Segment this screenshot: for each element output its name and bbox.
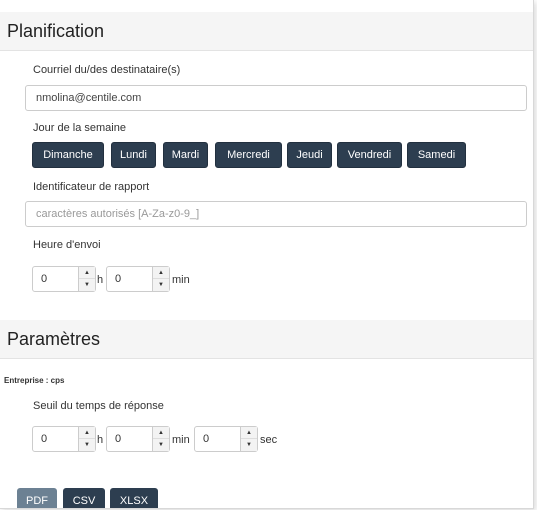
threshold-label: Seuil du temps de réponse <box>33 400 164 412</box>
day-button-mardi[interactable]: Mardi <box>163 142 208 168</box>
parametres-title: Paramètres <box>7 329 101 349</box>
threshold-minutes-unit: min <box>172 434 190 446</box>
threshold-hours-unit: h <box>97 434 104 446</box>
send-hours-up-icon[interactable]: ▲ <box>79 267 95 279</box>
send-hours-down-icon[interactable]: ▼ <box>79 279 95 291</box>
threshold-hours-up-icon[interactable]: ▲ <box>79 427 95 439</box>
threshold-minutes-arrows: ▲ ▼ <box>152 427 169 451</box>
email-field[interactable] <box>25 85 527 111</box>
company-label: Entreprise : cps <box>4 376 65 385</box>
planification-header: Planification <box>0 12 533 51</box>
planification-title: Planification <box>7 21 105 41</box>
threshold-seconds-down-icon[interactable]: ▼ <box>241 439 257 451</box>
day-button-mercredi[interactable]: Mercredi <box>215 142 282 168</box>
scheduling-panel: Planification Courriel du/des destinatai… <box>0 0 534 509</box>
day-button-jeudi[interactable]: Jeudi <box>287 142 332 168</box>
csv-button[interactable]: CSV <box>63 488 105 508</box>
send-minutes-arrows: ▲ ▼ <box>152 267 169 291</box>
report-id-field[interactable] <box>25 201 527 227</box>
send-time-label: Heure d'envoi <box>33 239 101 251</box>
send-hours-stepper[interactable]: 0 ▲ ▼ <box>32 266 96 292</box>
threshold-hours-down-icon[interactable]: ▼ <box>79 439 95 451</box>
threshold-hours-value: 0 <box>41 433 48 445</box>
xlsx-button[interactable]: XLSX <box>110 488 158 508</box>
threshold-hours-arrows: ▲ ▼ <box>78 427 95 451</box>
threshold-hours-stepper[interactable]: 0 ▲ ▼ <box>32 426 96 452</box>
threshold-seconds-value: 0 <box>203 433 210 445</box>
send-hours-arrows: ▲ ▼ <box>78 267 95 291</box>
send-hours-unit: h <box>97 274 104 286</box>
parametres-header: Paramètres <box>0 320 533 359</box>
threshold-minutes-value: 0 <box>115 433 122 445</box>
email-label: Courriel du/des destinataire(s) <box>33 64 181 76</box>
day-button-vendredi[interactable]: Vendredi <box>337 142 402 168</box>
threshold-seconds-arrows: ▲ ▼ <box>240 427 257 451</box>
threshold-minutes-down-icon[interactable]: ▼ <box>153 439 169 451</box>
day-of-week-label: Jour de la semaine <box>33 122 126 134</box>
threshold-minutes-up-icon[interactable]: ▲ <box>153 427 169 439</box>
day-button-lundi[interactable]: Lundi <box>111 142 156 168</box>
pdf-button[interactable]: PDF <box>17 488 57 508</box>
day-button-dimanche[interactable]: Dimanche <box>32 142 104 168</box>
report-id-label: Identificateur de rapport <box>33 181 150 193</box>
send-minutes-unit: min <box>172 274 190 286</box>
threshold-seconds-stepper[interactable]: 0 ▲ ▼ <box>194 426 258 452</box>
threshold-seconds-unit: sec <box>260 434 278 446</box>
threshold-minutes-stepper[interactable]: 0 ▲ ▼ <box>106 426 170 452</box>
day-button-samedi[interactable]: Samedi <box>407 142 466 168</box>
send-hours-value: 0 <box>41 273 48 285</box>
send-minutes-up-icon[interactable]: ▲ <box>153 267 169 279</box>
send-minutes-value: 0 <box>115 273 122 285</box>
threshold-seconds-up-icon[interactable]: ▲ <box>241 427 257 439</box>
send-minutes-down-icon[interactable]: ▼ <box>153 279 169 291</box>
send-minutes-stepper[interactable]: 0 ▲ ▼ <box>106 266 170 292</box>
